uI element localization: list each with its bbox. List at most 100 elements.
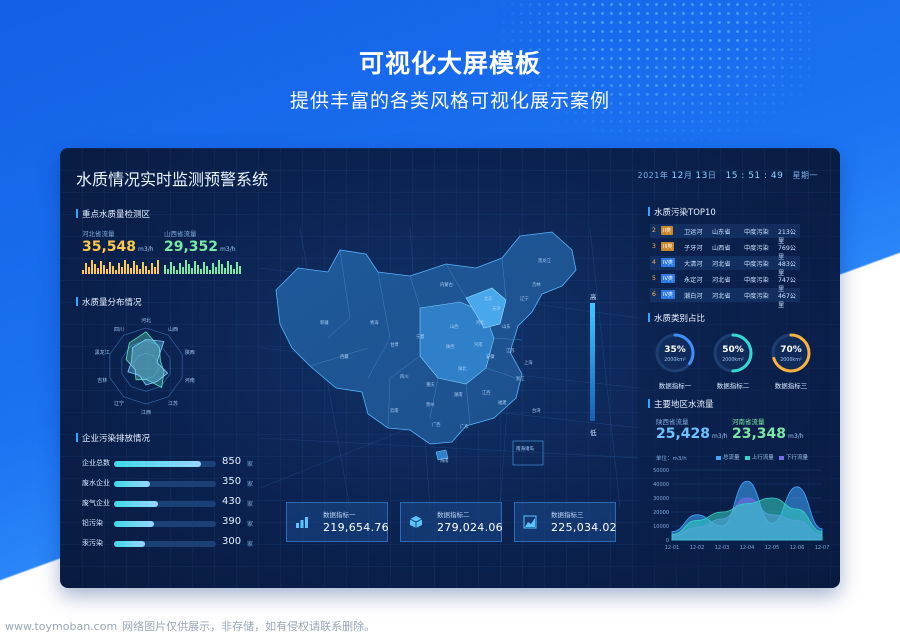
top10-cell: 中度污染 — [744, 261, 769, 268]
top10-cell: 中度污染 — [744, 229, 769, 236]
radar-axis-label: 江西 — [141, 409, 151, 416]
top10-cell: 永定河 — [684, 277, 703, 284]
pollution-row: 汞污染 300 家 — [82, 536, 262, 550]
y-tick-label: 40000 — [653, 482, 669, 488]
mini-bar — [224, 268, 226, 274]
top10-cell: 中度污染 — [744, 245, 769, 252]
pollution-row: 废气企业 430 家 — [82, 496, 262, 510]
pollution-value: 390 — [222, 516, 242, 527]
y-tick-label: 20000 — [653, 510, 669, 516]
mini-bar — [106, 269, 108, 274]
map-province-label: 江西 — [482, 389, 491, 396]
top10-row: 6 IV类 潮白河 河北省 中度污染 467公里 — [650, 288, 800, 309]
map-province-label: 河北 — [476, 319, 485, 326]
map-province-label: 宁夏 — [416, 333, 425, 340]
mini-bar — [176, 270, 178, 274]
pollution-fill — [114, 461, 201, 467]
ratio-label: 数据指标二 — [716, 382, 750, 390]
pollution-fill — [114, 481, 150, 487]
mini-bar — [130, 268, 132, 274]
pollution-track — [114, 501, 216, 507]
mini-bar — [230, 265, 232, 274]
map-province-label: 西藏 — [340, 353, 349, 360]
mini-bar — [97, 268, 99, 274]
pollution-value: 430 — [222, 496, 242, 507]
mini-bar — [142, 262, 144, 274]
mini-bar — [121, 267, 123, 274]
mini-bar — [103, 265, 105, 274]
map-province-label: 上海 — [524, 359, 533, 366]
ratio-percent: 50% — [722, 345, 744, 355]
mini-bar — [236, 262, 238, 274]
kpi-3-label: 数据指标三 — [551, 511, 584, 519]
x-tick-label: 12-05 — [765, 545, 780, 551]
mini-bar — [139, 269, 141, 274]
x-tick-label: 12-02 — [690, 545, 705, 551]
top10-cell: 卫运河 — [684, 229, 703, 236]
kpi-2-label: 数据指标二 — [437, 511, 470, 519]
pollution-fill — [114, 541, 145, 547]
mini-bar — [218, 260, 220, 274]
mini-bar — [88, 267, 90, 274]
south-sea-inset-label: 南海诸岛 — [516, 445, 534, 452]
map-province-label: 新疆 — [320, 319, 329, 326]
flow-legend: 总流量 上行流量 下行流量 — [716, 453, 808, 461]
pollution-track — [114, 521, 216, 527]
mini-bar — [136, 265, 138, 274]
flow-unit-label: 单位：m3/h — [656, 456, 687, 462]
mini-bar — [164, 265, 166, 274]
section-title-pollution: 企业污染排放情况 — [76, 432, 150, 444]
kpi-card-1: 数据指标一 219,654.76 — [286, 502, 389, 542]
hebei-flow-value: 35,548 m3/h — [82, 239, 154, 255]
pollution-label: 铅污染 — [82, 519, 103, 527]
mini-bar — [191, 268, 193, 274]
top10-row: 4 IV类 大清河 河北省 中度污染 483公里 — [650, 256, 800, 277]
mini-bar — [145, 266, 147, 274]
map-province-label: 广西 — [432, 421, 441, 428]
x-tick-label: 12-03 — [715, 545, 730, 551]
pollution-label: 汞污染 — [82, 539, 103, 547]
mini-bar — [127, 264, 129, 274]
map-province-label: 广东 — [460, 423, 469, 430]
section-title-top10: 水质污染TOP10 — [648, 206, 716, 218]
map-province-label: 湖北 — [458, 365, 467, 372]
map-province-label: 甘肃 — [390, 341, 399, 348]
y-tick-label: 10000 — [653, 524, 669, 530]
mini-bar — [194, 261, 196, 274]
map-province-label: 天津 — [492, 305, 501, 312]
map-color-scale — [590, 303, 595, 421]
radar-axis-label: 河南 — [185, 377, 195, 384]
map-province-label: 内蒙古 — [440, 281, 454, 288]
footer-site: www.toymoban.com — [5, 620, 118, 633]
y-tick-label: 0 — [666, 538, 669, 544]
map-province-label: 贵州 — [426, 401, 435, 408]
pollution-unit: 家 — [247, 501, 254, 508]
mini-bar — [148, 270, 150, 274]
radar-chart: 河北山西陕西河南江苏江西 辽宁 吉林 黑龙江 四川 — [95, 317, 195, 416]
hero-title: 可视化大屏模板 — [358, 49, 541, 78]
mini-bar — [157, 260, 159, 274]
shanxi-flow-value: 29,352 m3/h — [164, 239, 236, 255]
map-province-label: 江苏 — [506, 347, 515, 354]
mini-bar — [154, 267, 156, 274]
top10-row: 3 III类 子牙河 山西省 中度污染 769公里 — [650, 240, 800, 261]
mini-bar — [203, 262, 205, 274]
top10-cell: 河北省 — [712, 277, 731, 284]
hero-subtitle: 提供丰富的各类风格可视化展示案例 — [289, 90, 610, 112]
top10-row: 2 II类 卫运河 山东省 中度污染 213公里 — [650, 224, 800, 245]
mini-bar — [215, 267, 217, 274]
hebei-flow-label: 河北省流量 — [82, 230, 115, 238]
mini-bar — [221, 264, 223, 274]
top10-cell: 中度污染 — [744, 293, 769, 300]
radar-axis-label: 辽宁 — [114, 400, 124, 407]
ratio-label: 数据指标一 — [658, 382, 692, 390]
ratio-value: 2000km² — [664, 357, 686, 363]
mini-bar — [185, 260, 187, 274]
kpi-card-3: 数据指标三 225,034.02 — [514, 502, 617, 542]
system-title: 水质情况实时监测预警系统 — [76, 170, 269, 189]
mini-bar — [227, 261, 229, 274]
radar-axis-label: 河北 — [141, 317, 151, 324]
legend-swatch — [744, 455, 750, 460]
henan-flow-label: 河南省流量 — [732, 418, 765, 426]
top10-cell: 3 — [652, 243, 656, 250]
